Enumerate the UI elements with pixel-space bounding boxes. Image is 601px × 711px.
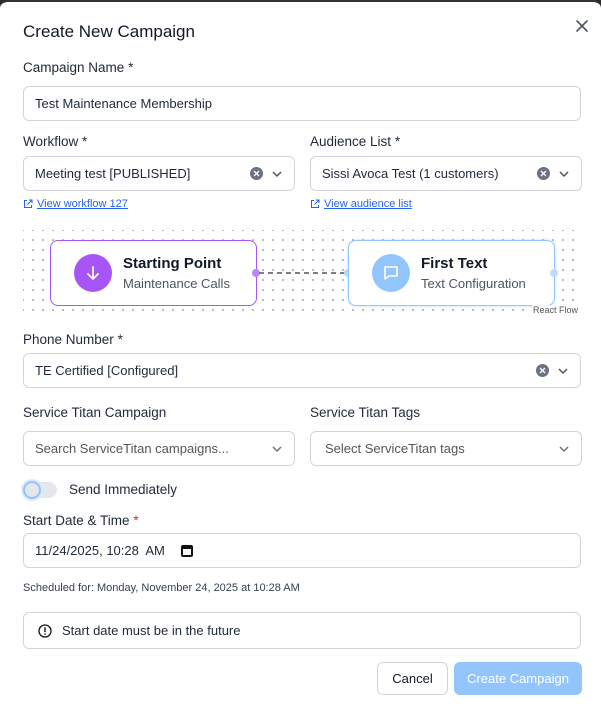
cancel-button[interactable]: Cancel	[377, 662, 448, 695]
flow-node-starting-point[interactable]: Starting Point Maintenance Calls	[50, 240, 257, 306]
workflow-label: Workflow *	[23, 134, 87, 149]
scheduled-for-text: Scheduled for: Monday, November 24, 2025…	[23, 582, 300, 594]
audience-select-value: Sissi Avoca Test (1 customers)	[322, 166, 499, 181]
campaign-name-input[interactable]: Test Maintenance Membership	[23, 86, 581, 121]
alert-circle-icon	[38, 623, 52, 638]
clear-icon[interactable]	[537, 167, 550, 180]
workflow-flow-preview[interactable]: Starting Point Maintenance Calls First T…	[23, 230, 581, 318]
view-audience-link-text: View audience list	[324, 198, 412, 210]
flow-edge	[259, 272, 347, 274]
flow-node-first-text[interactable]: First Text Text Configuration	[348, 240, 555, 306]
chevron-down-icon[interactable]	[557, 365, 569, 377]
audience-label-text: Audience List	[310, 134, 392, 149]
st-tags-select[interactable]: Select ServiceTitan tags	[310, 431, 582, 466]
chevron-down-icon[interactable]	[558, 443, 570, 455]
view-workflow-link[interactable]: View workflow 127	[23, 198, 128, 210]
external-link-icon	[311, 199, 320, 208]
required-mark: *	[128, 60, 134, 75]
view-workflow-link-text: View workflow 127	[37, 198, 128, 210]
st-tags-label: Service Titan Tags	[310, 405, 421, 420]
external-link-icon	[24, 199, 33, 208]
flow-node-subtitle: Maintenance Calls	[123, 276, 230, 291]
st-campaign-search[interactable]: Search ServiceTitan campaigns...	[23, 431, 295, 466]
toggle-knob	[23, 481, 41, 499]
workflow-select-value: Meeting test [PUBLISHED]	[35, 166, 191, 181]
flow-node-title: Starting Point	[123, 255, 222, 272]
flow-handle-source[interactable]	[550, 269, 558, 277]
date-warning-text: Start date must be in the future	[62, 623, 241, 638]
start-date-label-text: Start Date & Time	[23, 513, 130, 528]
required-mark: *	[394, 134, 401, 149]
clear-icon[interactable]	[250, 167, 263, 180]
send-immediately-toggle[interactable]	[23, 481, 57, 499]
arrow-down-icon	[74, 254, 112, 292]
flow-node-text: Starting Point Maintenance Calls	[123, 255, 230, 291]
start-date-value: 11/24/2025, 10:28 AM	[35, 543, 165, 558]
start-date-input[interactable]: 11/24/2025, 10:28 AM	[23, 533, 581, 568]
st-campaign-label: Service Titan Campaign	[23, 405, 167, 420]
chevron-down-icon[interactable]	[271, 168, 283, 180]
required-mark: *	[82, 134, 88, 149]
campaign-name-label: Campaign Name *	[23, 60, 133, 75]
st-campaign-placeholder: Search ServiceTitan campaigns...	[35, 441, 229, 456]
view-audience-link[interactable]: View audience list	[310, 198, 412, 210]
message-icon	[372, 254, 410, 292]
clear-icon[interactable]	[536, 364, 549, 377]
phone-number-value: TE Certified [Configured]	[35, 363, 179, 378]
create-campaign-modal: Create New Campaign Campaign Name * Test…	[0, 0, 601, 711]
phone-number-select[interactable]: TE Certified [Configured]	[23, 353, 581, 388]
flow-node-text: First Text Text Configuration	[421, 255, 526, 291]
phone-number-label-text: Phone Number	[23, 332, 114, 347]
start-date-label: Start Date & Time *	[23, 513, 139, 528]
date-warning-alert: Start date must be in the future	[23, 612, 581, 649]
workflow-select[interactable]: Meeting test [PUBLISHED]	[23, 156, 295, 191]
audience-label: Audience List *	[310, 134, 400, 149]
st-tags-placeholder: Select ServiceTitan tags	[325, 441, 465, 456]
required-mark: *	[133, 513, 139, 528]
workflow-label-text: Workflow	[23, 134, 79, 149]
phone-number-label: Phone Number *	[23, 332, 123, 347]
calendar-icon[interactable]	[180, 544, 193, 557]
modal-title: Create New Campaign	[23, 22, 195, 41]
flow-node-title: First Text	[421, 255, 488, 272]
chevron-down-icon[interactable]	[558, 168, 570, 180]
required-mark: *	[117, 332, 123, 347]
campaign-name-label-text: Campaign Name	[23, 60, 125, 75]
create-campaign-button[interactable]: Create Campaign	[454, 662, 582, 695]
audience-select[interactable]: Sissi Avoca Test (1 customers)	[310, 156, 582, 191]
flow-node-subtitle: Text Configuration	[421, 276, 526, 291]
react-flow-attribution[interactable]: React Flow	[531, 305, 579, 315]
chevron-down-icon[interactable]	[271, 443, 283, 455]
send-immediately-label: Send Immediately	[69, 482, 178, 497]
close-icon[interactable]	[573, 17, 591, 35]
campaign-name-value: Test Maintenance Membership	[35, 96, 213, 111]
